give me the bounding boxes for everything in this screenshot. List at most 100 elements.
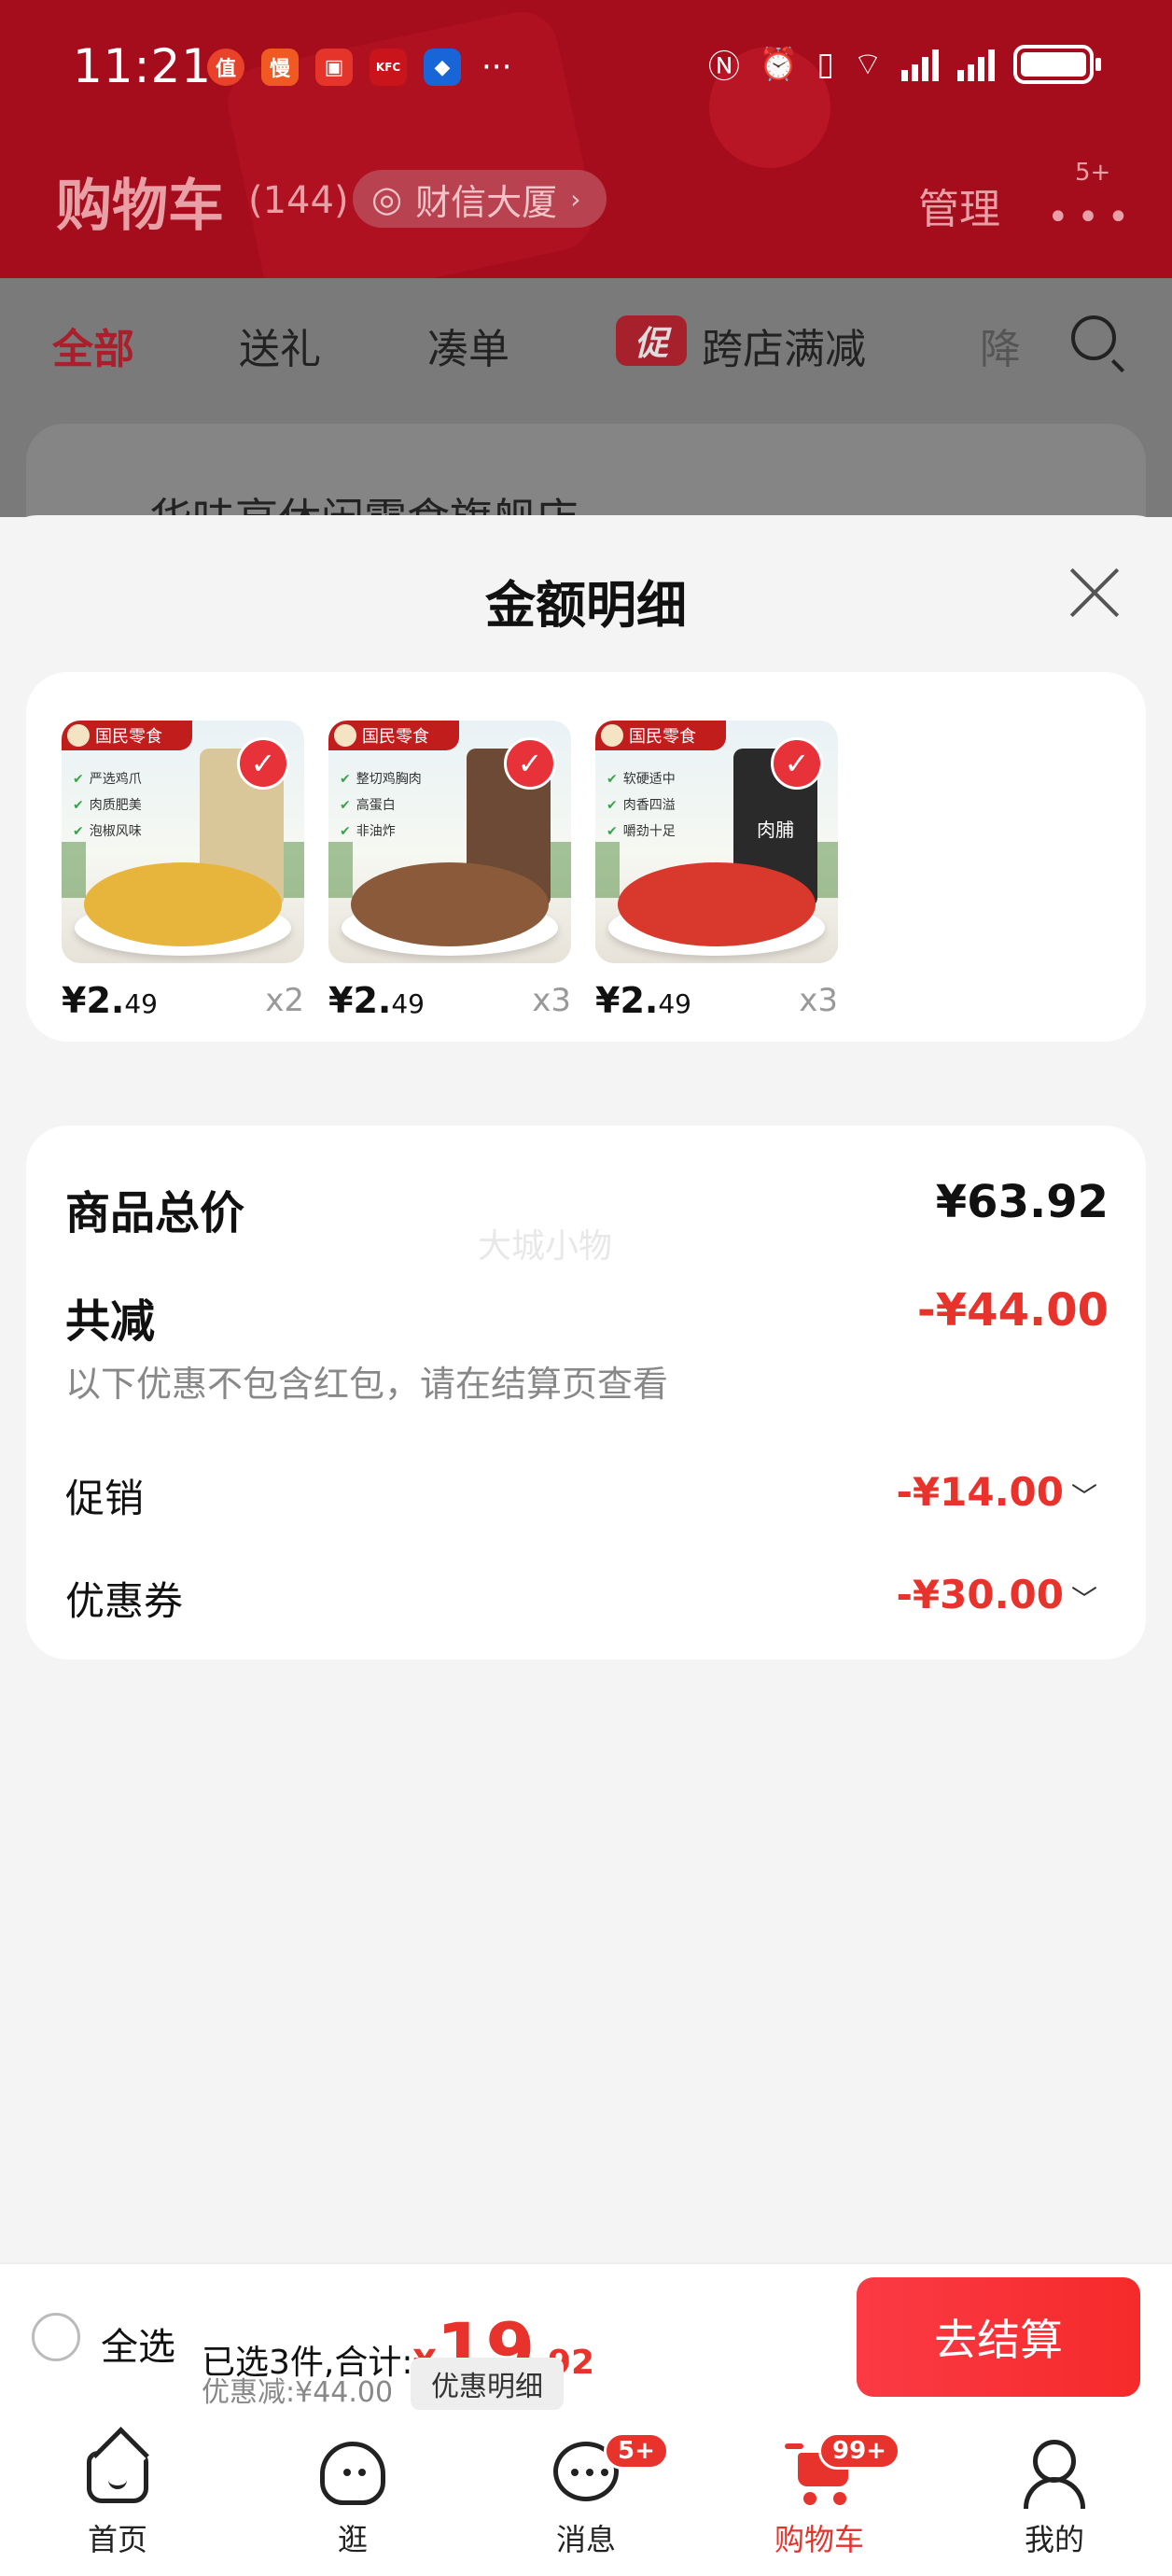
coupon-row-toggle[interactable]: -¥30.00 ﹀ [896, 1572, 1097, 1617]
product-feature: 肉质肥美 [73, 795, 213, 814]
brand-label: 国民零食 [595, 721, 726, 750]
discount-summary: 优惠减:¥44.00 [202, 2376, 394, 2409]
tab-price-drop[interactable]: 降 [980, 315, 1021, 375]
location-selector[interactable]: ◎ 财信大厦 › [353, 170, 607, 228]
nav-label: 购物车 [774, 2522, 864, 2557]
vibrate-icon: ▯ [816, 45, 835, 83]
product-food [351, 862, 549, 946]
select-all-label[interactable]: 全选 [101, 2317, 175, 2371]
nav-cart[interactable]: 99+ 购物车 [745, 2432, 900, 2559]
signal-icon [957, 48, 995, 81]
promo-tag-icon: 促 [616, 315, 687, 366]
nav-label: 我的 [1024, 2522, 1084, 2557]
browse-icon [318, 2438, 387, 2507]
tab-all[interactable]: 全部 [52, 315, 134, 375]
selected-check-icon: ✓ [771, 737, 823, 790]
nav-home[interactable]: 首页 [43, 2438, 192, 2559]
page-title: 购物车 [56, 174, 224, 239]
nav-messages[interactable]: 5+ 消息 [511, 2432, 669, 2559]
selected-check-icon: ✓ [237, 737, 289, 790]
discount-detail-button[interactable]: 优惠明细 [411, 2358, 564, 2410]
price-cents: 49 [391, 988, 425, 1019]
more-badge: 5+ [1075, 159, 1111, 187]
profile-icon [1020, 2438, 1089, 2509]
notification-app-icons: 值 慢 ▣ KFC ◆ ··· [207, 49, 511, 86]
wifi-6-icon: ⌔ [853, 46, 883, 83]
product-food [618, 862, 816, 946]
product-feature: 泡椒风味 [73, 821, 213, 840]
bottom-navigation: 首页 逛 5+ 消息 99+ 购物车 我的 [0, 2419, 1172, 2576]
reduction-label: 共减 [65, 1295, 156, 1348]
eye-icon: ◎ [371, 178, 403, 219]
checkout-button[interactable]: 去结算 [857, 2277, 1140, 2397]
more-menu-icon[interactable]: • • • [1047, 196, 1129, 239]
tab-cross-store-discount[interactable]: 跨店满减 [702, 315, 866, 375]
product-food [84, 862, 282, 946]
product-image: 国民零食 软硬适中 肉香四溢 嚼劲十足 肉脯 ✓ [595, 721, 838, 963]
item-price: ¥2.49 [595, 980, 691, 1021]
chevron-down-icon: ﹀ [1070, 1481, 1097, 1512]
tab-gift[interactable]: 送礼 [239, 315, 321, 375]
nav-label: 首页 [87, 2522, 147, 2557]
nfc-icon: Ⓝ [707, 49, 740, 86]
price-main: ¥2. [328, 980, 392, 1021]
product-feature: 高蛋白 [340, 795, 480, 814]
promotion-row-toggle[interactable]: -¥14.00 ﹀ [896, 1469, 1097, 1515]
product-feature: 嚼劲十足 [607, 821, 746, 840]
product-image: 国民零食 整切鸡胸肉 高蛋白 非油炸 ✓ [328, 721, 571, 963]
cart-header: 11:21 值 慢 ▣ KFC ◆ ··· Ⓝ ⏰ ▯ ⌔ 购物车 (144) … [0, 0, 1172, 278]
product-image: 国民零食 严选鸡爪 肉质肥美 泡椒风味 ✓ [62, 721, 304, 963]
reduction-value: -¥44.00 [916, 1284, 1109, 1337]
kfc-notification-icon: KFC [370, 49, 407, 86]
nav-label: 逛 [337, 2522, 368, 2557]
status-bar: 11:21 值 慢 ▣ KFC ◆ ··· Ⓝ ⏰ ▯ ⌔ [0, 0, 1172, 131]
price-cents: 49 [124, 988, 158, 1019]
package-label: 肉脯 [757, 819, 794, 841]
location-label: 财信大厦 [415, 181, 558, 223]
price-cents: 49 [658, 988, 691, 1019]
nav-label: 消息 [555, 2522, 616, 2557]
price-summary-card: 大城小物 商品总价 ¥63.92 共减 -¥44.00 以下优惠不包含红包，请在… [26, 1126, 1146, 1659]
total-price-label: 商品总价 [65, 1187, 245, 1239]
item-quantity: x2 [265, 982, 304, 1019]
brand-label: 国民零食 [328, 721, 459, 750]
price-main: ¥2. [62, 980, 125, 1021]
tab-bundle[interactable]: 凑单 [427, 315, 509, 375]
select-all-radio[interactable] [32, 2313, 80, 2361]
app-notification-icon: 值 [207, 49, 244, 86]
product-feature: 非油炸 [340, 821, 480, 840]
amount-detail-sheet: 金额明细 国民零食 严选鸡爪 肉质肥美 泡椒风味 ✓ ¥2.49 x2 国民零食 [0, 515, 1172, 2262]
item-card[interactable]: 国民零食 软硬适中 肉香四溢 嚼劲十足 肉脯 ✓ ¥2.49 x3 [595, 721, 838, 1021]
checkout-bar: 全选 已选3件,合计:¥19.92 优惠减:¥44.00 优惠明细 去结算 [0, 2262, 1172, 2419]
chevron-down-icon: ﹀ [1070, 1584, 1097, 1615]
item-price: ¥2.49 [62, 980, 158, 1021]
cart-badge: 99+ [818, 2432, 900, 2470]
messages-badge: 5+ [604, 2432, 669, 2470]
nav-browse[interactable]: 逛 [278, 2438, 427, 2559]
cart-count: (144) [248, 179, 349, 222]
app-notification-icon: ◆ [424, 49, 461, 86]
system-icons: Ⓝ ⏰ ▯ ⌔ [707, 41, 1101, 87]
promotion-label: 促销 [65, 1476, 145, 1521]
promotion-value: -¥14.00 [896, 1469, 1064, 1515]
selected-items-card: 国民零食 严选鸡爪 肉质肥美 泡椒风味 ✓ ¥2.49 x2 国民零食 整切鸡胸… [26, 672, 1146, 1042]
coupon-label: 优惠券 [65, 1578, 184, 1624]
chevron-right-icon: › [570, 183, 581, 215]
alarm-icon: ⏰ [758, 45, 799, 83]
coupon-value: -¥30.00 [896, 1572, 1064, 1617]
more-notifications-icon: ··· [481, 49, 512, 86]
manage-button[interactable]: 管理 [918, 175, 1000, 235]
home-icon [83, 2438, 152, 2507]
total-price-value: ¥63.92 [935, 1176, 1109, 1228]
item-card[interactable]: 国民零食 整切鸡胸肉 高蛋白 非油炸 ✓ ¥2.49 x3 [328, 721, 571, 1021]
close-icon[interactable] [1067, 566, 1122, 620]
nav-me[interactable]: 我的 [980, 2438, 1129, 2559]
brand-label: 国民零食 [62, 721, 192, 750]
item-quantity: x3 [799, 982, 838, 1019]
app-notification-icon: 慢 [261, 49, 299, 86]
price-main: ¥2. [595, 980, 659, 1021]
reduction-hint: 以下优惠不包含红包，请在结算页查看 [65, 1364, 669, 1405]
item-card[interactable]: 国民零食 严选鸡爪 肉质肥美 泡椒风味 ✓ ¥2.49 x2 [62, 721, 304, 1021]
search-icon[interactable] [1071, 315, 1116, 360]
product-feature: 肉香四溢 [607, 795, 746, 814]
